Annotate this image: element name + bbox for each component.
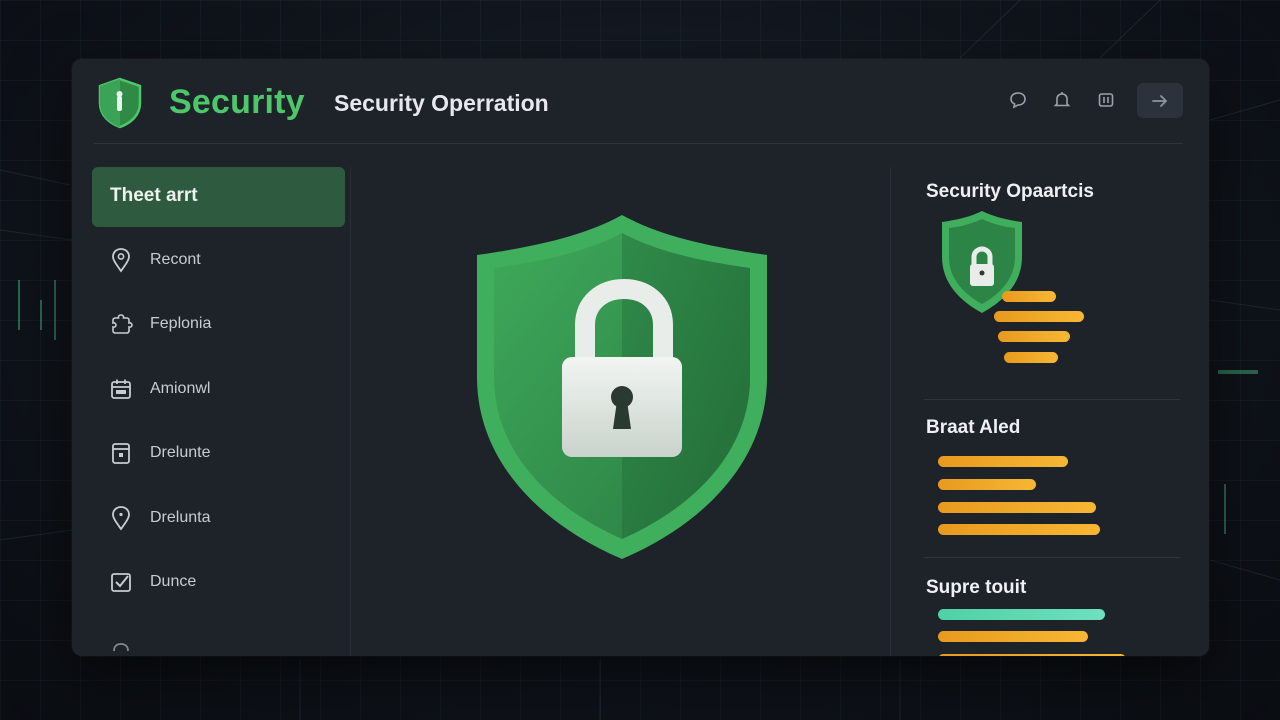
section-divider (924, 557, 1180, 558)
right-divider (890, 167, 891, 656)
progress-bar (938, 456, 1068, 467)
progress-bar (1002, 291, 1056, 302)
progress-bar (938, 502, 1096, 513)
sidebar-item-label: Recont (150, 251, 201, 268)
progress-bar (1004, 352, 1058, 363)
sidebar-item-feplonia[interactable]: Feplonia (106, 304, 336, 344)
main-content (352, 147, 892, 656)
chat-icon[interactable] (1007, 89, 1029, 111)
progress-bar (938, 631, 1088, 642)
progress-bar (938, 609, 1105, 620)
arrow-right-button[interactable] (1137, 83, 1183, 118)
progress-bar (994, 311, 1084, 322)
sidebar: Theet arrt Recont Feplonia Amionwl Drelu (92, 167, 350, 656)
sidebar-item-amionwl[interactable]: Amionwl (106, 369, 336, 409)
sidebar-item-drelunta[interactable]: Drelunta (106, 498, 336, 538)
progress-bar (938, 479, 1036, 490)
profile-icon[interactable] (1095, 89, 1117, 111)
progress-bar (938, 524, 1100, 535)
sidebar-item-label: Drelunta (150, 509, 211, 526)
partial-icon (106, 632, 136, 656)
section-title-security-ops: Security Opaartcis (926, 181, 1094, 202)
sidebar-item-dunce[interactable]: Dunce (106, 562, 336, 602)
header: Security Security Operration (72, 59, 1209, 145)
shield-lock-icon (477, 215, 767, 559)
page-title: Security Operration (334, 90, 549, 116)
sidebar-item-label: Amionwl (150, 380, 211, 397)
map-pin-icon (106, 245, 136, 275)
notification-icon[interactable] (1051, 89, 1073, 111)
header-icons (1007, 89, 1117, 111)
sidebar-item-recont[interactable]: Recont (106, 240, 336, 280)
progress-bar (998, 331, 1070, 342)
section-divider (924, 399, 1180, 400)
header-divider (94, 143, 1183, 144)
sidebar-item-drelunte[interactable]: Drelunte (106, 433, 336, 473)
sidebar-item-label: Drelunte (150, 444, 211, 461)
sidebar-item-partial[interactable] (106, 627, 336, 656)
section-title-supre-touit: Supre touit (926, 577, 1027, 598)
document-icon (106, 438, 136, 468)
progress-bar (938, 654, 1126, 656)
sidebar-divider (350, 167, 351, 656)
sidebar-item-label: Feplonia (150, 315, 212, 332)
sidebar-item-active[interactable]: Theet arrt (92, 167, 345, 227)
right-panel: Security Opaartcis Braat Aled Supre toui… (924, 167, 1184, 656)
puzzle-icon (106, 309, 136, 339)
sidebar-active-label: Theet arrt (110, 185, 198, 206)
calendar-icon (106, 374, 136, 404)
arrow-right-icon (1152, 94, 1168, 107)
section-title-braat-aled: Braat Aled (926, 417, 1021, 438)
app-window: Security Security Operration Theet arrt (72, 59, 1209, 656)
shield-logo-icon (98, 77, 142, 129)
checkbox-icon (106, 567, 136, 597)
location-icon (106, 503, 136, 533)
sidebar-item-label: Dunce (150, 573, 197, 590)
brand-name: Security (169, 83, 305, 121)
